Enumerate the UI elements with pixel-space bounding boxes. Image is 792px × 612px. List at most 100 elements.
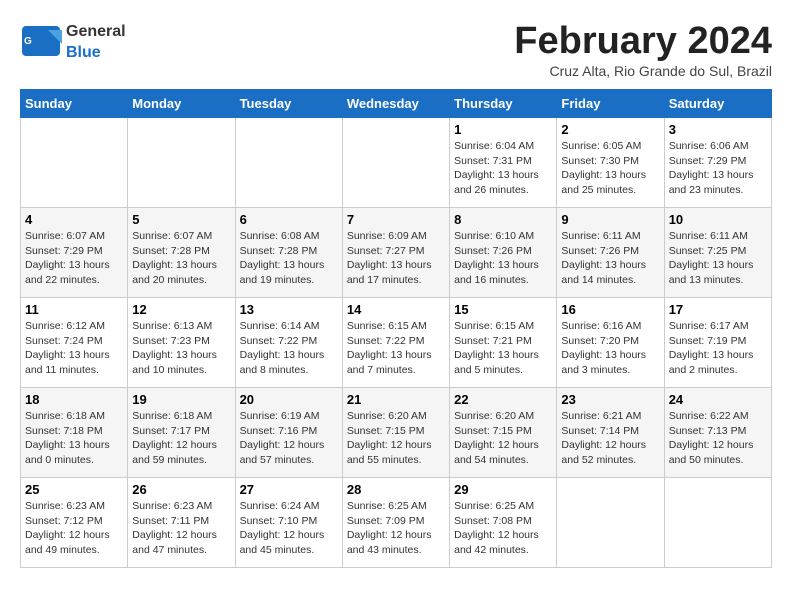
- day-number: 6: [240, 212, 338, 227]
- day-number: 1: [454, 122, 552, 137]
- day-number: 15: [454, 302, 552, 317]
- calendar-cell: 2 Sunrise: 6:05 AM Sunset: 7:30 PM Daylig…: [557, 118, 664, 208]
- calendar-cell: [664, 478, 771, 568]
- day-info: Sunrise: 6:12 AM Sunset: 7:24 PM Dayligh…: [25, 319, 123, 378]
- svg-text:G: G: [24, 36, 32, 47]
- day-info: Sunrise: 6:25 AM Sunset: 7:09 PM Dayligh…: [347, 499, 445, 558]
- calendar-cell: [21, 118, 128, 208]
- day-number: 19: [132, 392, 230, 407]
- calendar-body: 1 Sunrise: 6:04 AM Sunset: 7:31 PM Daylig…: [21, 118, 772, 568]
- day-info: Sunrise: 6:21 AM Sunset: 7:14 PM Dayligh…: [561, 409, 659, 468]
- day-info: Sunrise: 6:20 AM Sunset: 7:15 PM Dayligh…: [347, 409, 445, 468]
- day-info: Sunrise: 6:11 AM Sunset: 7:26 PM Dayligh…: [561, 229, 659, 288]
- day-number: 13: [240, 302, 338, 317]
- day-info: Sunrise: 6:24 AM Sunset: 7:10 PM Dayligh…: [240, 499, 338, 558]
- day-info: Sunrise: 6:05 AM Sunset: 7:30 PM Dayligh…: [561, 139, 659, 198]
- day-info: Sunrise: 6:18 AM Sunset: 7:17 PM Dayligh…: [132, 409, 230, 468]
- day-number: 8: [454, 212, 552, 227]
- calendar-cell: 28 Sunrise: 6:25 AM Sunset: 7:09 PM Dayli…: [342, 478, 449, 568]
- calendar-cell: [128, 118, 235, 208]
- header-cell-sunday: Sunday: [21, 90, 128, 118]
- calendar-cell: 8Sunrise: 6:10 AM Sunset: 7:26 PM Daylig…: [450, 208, 557, 298]
- calendar-cell: 24Sunrise: 6:22 AM Sunset: 7:13 PM Dayli…: [664, 388, 771, 478]
- calendar-cell: 16Sunrise: 6:16 AM Sunset: 7:20 PM Dayli…: [557, 298, 664, 388]
- calendar-cell: 14 Sunrise: 6:15 AM Sunset: 7:22 PM Dayli…: [342, 298, 449, 388]
- header-cell-tuesday: Tuesday: [235, 90, 342, 118]
- day-info: Sunrise: 6:23 AM Sunset: 7:11 PM Dayligh…: [132, 499, 230, 558]
- calendar-cell: 25 Sunrise: 6:23 AM Sunset: 7:12 PM Dayli…: [21, 478, 128, 568]
- day-number: 23: [561, 392, 659, 407]
- calendar-cell: 26 Sunrise: 6:23 AM Sunset: 7:11 PM Dayli…: [128, 478, 235, 568]
- day-info: Sunrise: 6:17 AM Sunset: 7:19 PM Dayligh…: [669, 319, 767, 378]
- day-number: 20: [240, 392, 338, 407]
- day-number: 22: [454, 392, 552, 407]
- calendar-week-1: 1 Sunrise: 6:04 AM Sunset: 7:31 PM Daylig…: [21, 118, 772, 208]
- calendar-cell: 1 Sunrise: 6:04 AM Sunset: 7:31 PM Daylig…: [450, 118, 557, 208]
- day-info: Sunrise: 6:11 AM Sunset: 7:25 PM Dayligh…: [669, 229, 767, 288]
- calendar-cell: 22Sunrise: 6:20 AM Sunset: 7:15 PM Dayli…: [450, 388, 557, 478]
- day-number: 7: [347, 212, 445, 227]
- header-row: SundayMondayTuesdayWednesdayThursdayFrid…: [21, 90, 772, 118]
- calendar-cell: 21 Sunrise: 6:20 AM Sunset: 7:15 PM Dayli…: [342, 388, 449, 478]
- calendar-cell: 3 Sunrise: 6:06 AM Sunset: 7:29 PM Daylig…: [664, 118, 771, 208]
- page-header: G General Blue February 2024 Cruz Alta, …: [20, 20, 772, 79]
- day-number: 9: [561, 212, 659, 227]
- calendar-week-4: 18 Sunrise: 6:18 AM Sunset: 7:18 PM Dayli…: [21, 388, 772, 478]
- calendar-cell: 15 Sunrise: 6:15 AM Sunset: 7:21 PM Dayli…: [450, 298, 557, 388]
- day-number: 10: [669, 212, 767, 227]
- logo-blue: Blue: [66, 44, 101, 61]
- day-number: 28: [347, 482, 445, 497]
- logo-general: General: [66, 23, 126, 40]
- header-cell-saturday: Saturday: [664, 90, 771, 118]
- header-cell-friday: Friday: [557, 90, 664, 118]
- calendar-header: SundayMondayTuesdayWednesdayThursdayFrid…: [21, 90, 772, 118]
- day-info: Sunrise: 6:25 AM Sunset: 7:08 PM Dayligh…: [454, 499, 552, 558]
- day-info: Sunrise: 6:04 AM Sunset: 7:31 PM Dayligh…: [454, 139, 552, 198]
- title-block: February 2024 Cruz Alta, Rio Grande do S…: [514, 20, 772, 79]
- calendar-cell: 18 Sunrise: 6:18 AM Sunset: 7:18 PM Dayli…: [21, 388, 128, 478]
- logo-icon: G: [20, 24, 62, 58]
- day-number: 11: [25, 302, 123, 317]
- calendar-cell: 11 Sunrise: 6:12 AM Sunset: 7:24 PM Dayli…: [21, 298, 128, 388]
- calendar-week-3: 11 Sunrise: 6:12 AM Sunset: 7:24 PM Dayli…: [21, 298, 772, 388]
- day-info: Sunrise: 6:19 AM Sunset: 7:16 PM Dayligh…: [240, 409, 338, 468]
- day-info: Sunrise: 6:06 AM Sunset: 7:29 PM Dayligh…: [669, 139, 767, 198]
- day-info: Sunrise: 6:15 AM Sunset: 7:22 PM Dayligh…: [347, 319, 445, 378]
- location: Cruz Alta, Rio Grande do Sul, Brazil: [514, 63, 772, 79]
- day-info: Sunrise: 6:13 AM Sunset: 7:23 PM Dayligh…: [132, 319, 230, 378]
- day-number: 24: [669, 392, 767, 407]
- calendar-cell: 19 Sunrise: 6:18 AM Sunset: 7:17 PM Dayli…: [128, 388, 235, 478]
- day-info: Sunrise: 6:23 AM Sunset: 7:12 PM Dayligh…: [25, 499, 123, 558]
- day-number: 12: [132, 302, 230, 317]
- day-number: 18: [25, 392, 123, 407]
- day-info: Sunrise: 6:08 AM Sunset: 7:28 PM Dayligh…: [240, 229, 338, 288]
- calendar-table: SundayMondayTuesdayWednesdayThursdayFrid…: [20, 89, 772, 568]
- day-number: 21: [347, 392, 445, 407]
- day-number: 5: [132, 212, 230, 227]
- day-number: 26: [132, 482, 230, 497]
- calendar-cell: 13 Sunrise: 6:14 AM Sunset: 7:22 PM Dayli…: [235, 298, 342, 388]
- calendar-cell: 6 Sunrise: 6:08 AM Sunset: 7:28 PM Daylig…: [235, 208, 342, 298]
- calendar-cell: 12 Sunrise: 6:13 AM Sunset: 7:23 PM Dayli…: [128, 298, 235, 388]
- day-number: 4: [25, 212, 123, 227]
- calendar-cell: [557, 478, 664, 568]
- day-number: 2: [561, 122, 659, 137]
- day-number: 25: [25, 482, 123, 497]
- calendar-week-5: 25 Sunrise: 6:23 AM Sunset: 7:12 PM Dayli…: [21, 478, 772, 568]
- calendar-cell: 20 Sunrise: 6:19 AM Sunset: 7:16 PM Dayli…: [235, 388, 342, 478]
- day-info: Sunrise: 6:18 AM Sunset: 7:18 PM Dayligh…: [25, 409, 123, 468]
- day-number: 14: [347, 302, 445, 317]
- day-info: Sunrise: 6:15 AM Sunset: 7:21 PM Dayligh…: [454, 319, 552, 378]
- calendar-cell: 4Sunrise: 6:07 AM Sunset: 7:29 PM Daylig…: [21, 208, 128, 298]
- logo: G General Blue: [20, 20, 126, 62]
- calendar-cell: 23 Sunrise: 6:21 AM Sunset: 7:14 PM Dayli…: [557, 388, 664, 478]
- day-number: 29: [454, 482, 552, 497]
- day-info: Sunrise: 6:14 AM Sunset: 7:22 PM Dayligh…: [240, 319, 338, 378]
- calendar-week-2: 4Sunrise: 6:07 AM Sunset: 7:29 PM Daylig…: [21, 208, 772, 298]
- calendar-cell: [235, 118, 342, 208]
- calendar-cell: 9 Sunrise: 6:11 AM Sunset: 7:26 PM Daylig…: [557, 208, 664, 298]
- calendar-cell: 27Sunrise: 6:24 AM Sunset: 7:10 PM Dayli…: [235, 478, 342, 568]
- day-number: 16: [561, 302, 659, 317]
- header-cell-wednesday: Wednesday: [342, 90, 449, 118]
- day-number: 3: [669, 122, 767, 137]
